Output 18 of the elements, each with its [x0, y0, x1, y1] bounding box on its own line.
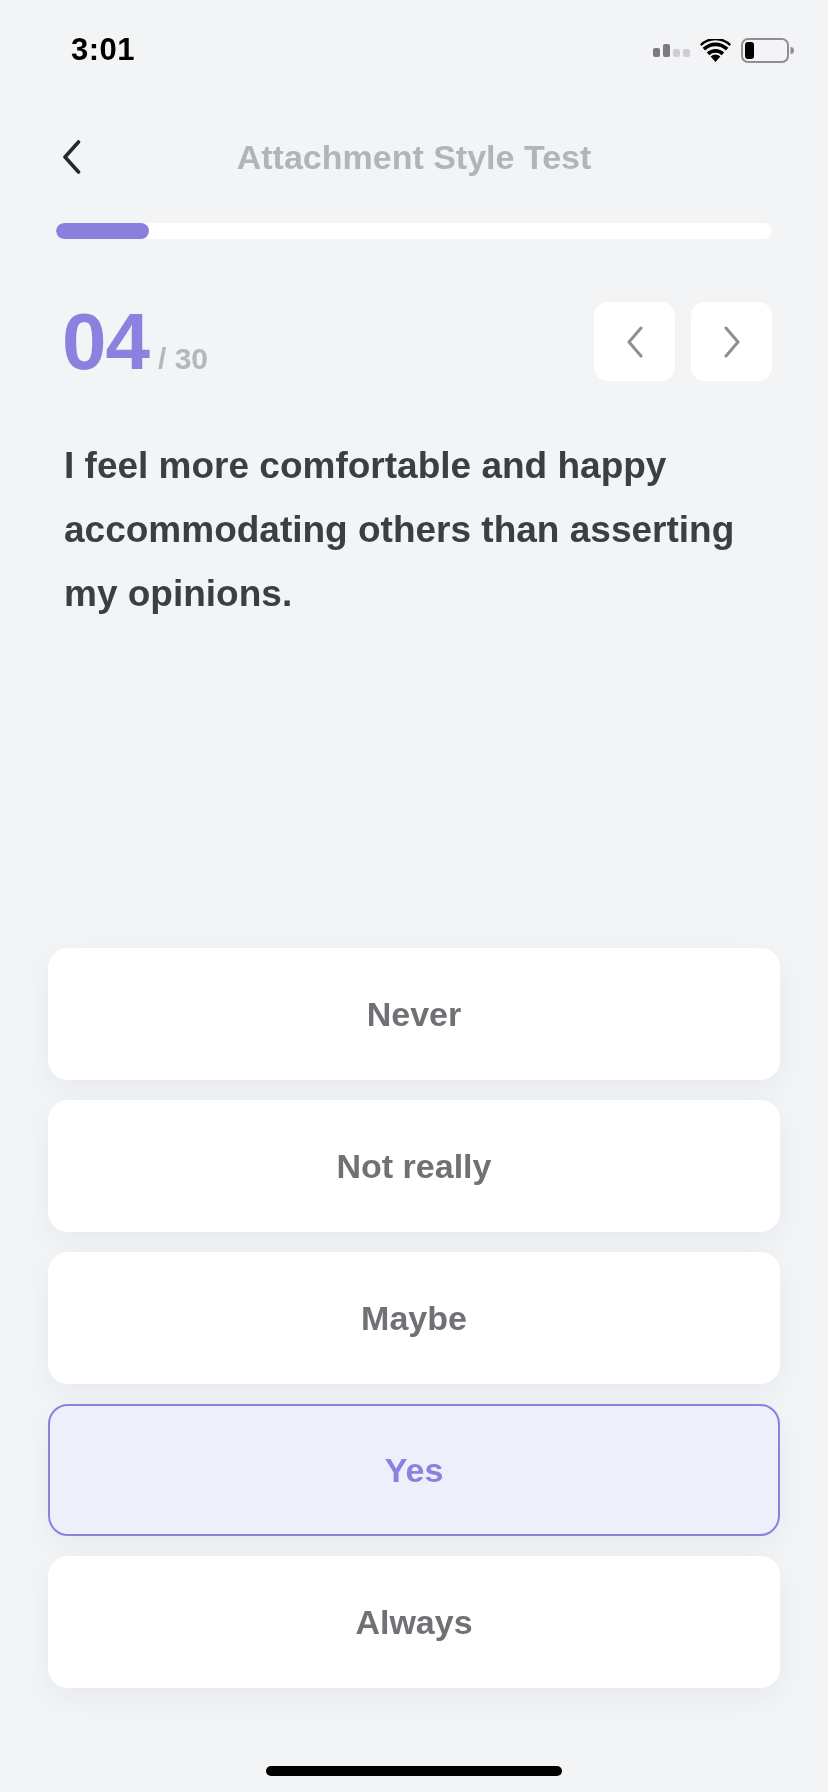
- chevron-right-icon: [723, 325, 740, 358]
- page-title: Attachment Style Test: [236, 137, 592, 177]
- answer-option[interactable]: Not really: [48, 1100, 780, 1232]
- chevron-left-icon: [62, 140, 81, 174]
- answer-option[interactable]: Maybe: [48, 1252, 780, 1384]
- question-number: 04: [62, 301, 149, 382]
- previous-button[interactable]: [594, 302, 675, 381]
- chevron-left-icon: [626, 325, 643, 358]
- answer-option[interactable]: Never: [48, 948, 780, 1080]
- signal-icon: [653, 43, 690, 57]
- status-time: 3:01: [71, 32, 136, 68]
- question-total: / 30: [158, 341, 209, 376]
- question-text: I feel more comfortable and happy accommodating others than asserting my opinions.: [64, 444, 736, 616]
- next-button[interactable]: [691, 302, 772, 381]
- battery-icon: [741, 37, 794, 63]
- wifi-icon: [700, 38, 731, 62]
- answer-option[interactable]: Always: [48, 1556, 780, 1688]
- answer-option[interactable]: Yes: [48, 1404, 780, 1536]
